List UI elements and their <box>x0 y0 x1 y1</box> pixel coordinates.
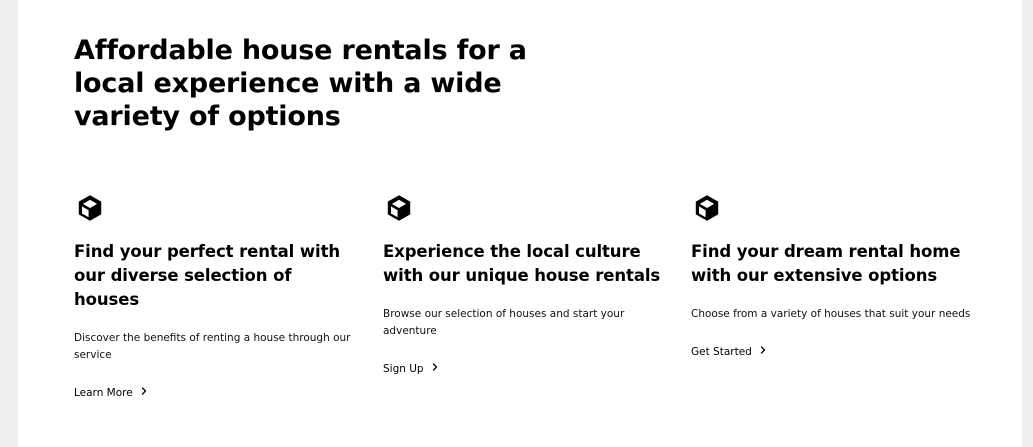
link-label: Sign Up <box>383 363 424 375</box>
sign-up-link[interactable]: Sign Up <box>383 362 440 376</box>
feature-title: Find your perfect rental with our divers… <box>74 242 340 309</box>
feature-description: Choose from a variety of houses that sui… <box>691 308 971 320</box>
page-headline: Affordable house rentals for a local exp… <box>74 35 527 132</box>
chevron-right-icon <box>133 386 149 400</box>
feature-description: Discover the benefits of renting a house… <box>74 332 351 361</box>
link-label: Learn More <box>74 387 133 399</box>
feature-card-2: Experience the local culture with our un… <box>383 192 663 376</box>
cube-icon <box>383 192 663 224</box>
page-content: Affordable house rentals for a local exp… <box>18 0 1022 447</box>
link-label: Get Started <box>691 346 752 358</box>
chevron-right-icon <box>752 345 768 359</box>
feature-card-1: Find your perfect rental with our divers… <box>74 192 354 400</box>
feature-card-3: Find your dream rental home with our ext… <box>691 192 971 359</box>
cube-icon <box>74 192 354 224</box>
feature-description: Browse our selection of houses and start… <box>383 308 625 337</box>
feature-title: Experience the local culture with our un… <box>383 242 661 285</box>
chevron-right-icon <box>424 362 440 376</box>
feature-title: Find your dream rental home with our ext… <box>691 242 961 285</box>
learn-more-link[interactable]: Learn More <box>74 386 149 400</box>
get-started-link[interactable]: Get Started <box>691 345 768 359</box>
cube-icon <box>691 192 971 224</box>
